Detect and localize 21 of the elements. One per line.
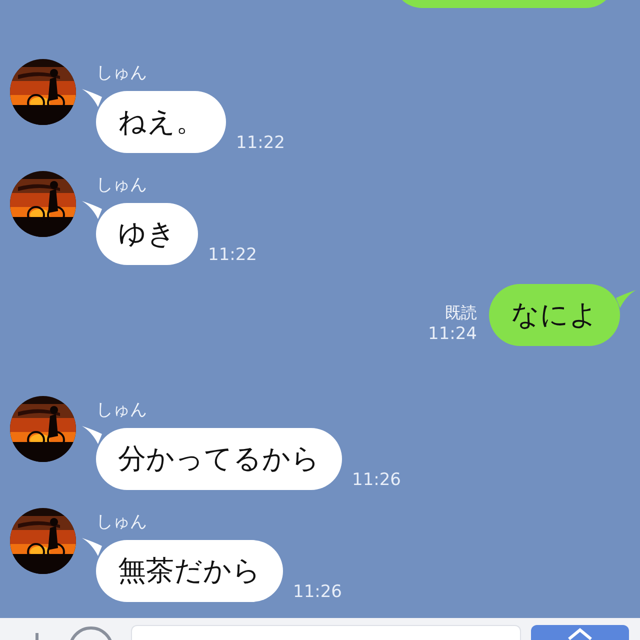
message-bubble: ねえ。 xyxy=(96,91,226,153)
message-time: 11:22 xyxy=(208,245,257,265)
message-time: 11:22 xyxy=(236,133,285,153)
message-bubble: 無茶だから xyxy=(96,540,283,602)
message-time: 11:26 xyxy=(293,582,342,602)
bubble-tail-icon xyxy=(82,89,102,107)
sender-name: しゅん xyxy=(96,399,148,418)
sender-name: しゅん xyxy=(96,174,148,193)
bubble-tail-icon xyxy=(82,538,102,556)
sender-name: しゅん xyxy=(96,62,148,81)
bubble-tail-icon xyxy=(82,426,102,444)
read-label: 既読 xyxy=(445,303,477,324)
message-time: 11:26 xyxy=(352,470,401,490)
message-bubble: なによ xyxy=(489,284,620,346)
bubble-tail-icon xyxy=(82,201,102,219)
sender-name: しゅん xyxy=(96,511,148,530)
message-bubble: 分かってるから xyxy=(96,428,342,490)
message-bubble: ゆき xyxy=(96,203,198,265)
chevron-icon xyxy=(565,627,595,640)
message-time: 11:24 xyxy=(428,324,477,344)
bubble-tail-icon xyxy=(616,290,636,308)
